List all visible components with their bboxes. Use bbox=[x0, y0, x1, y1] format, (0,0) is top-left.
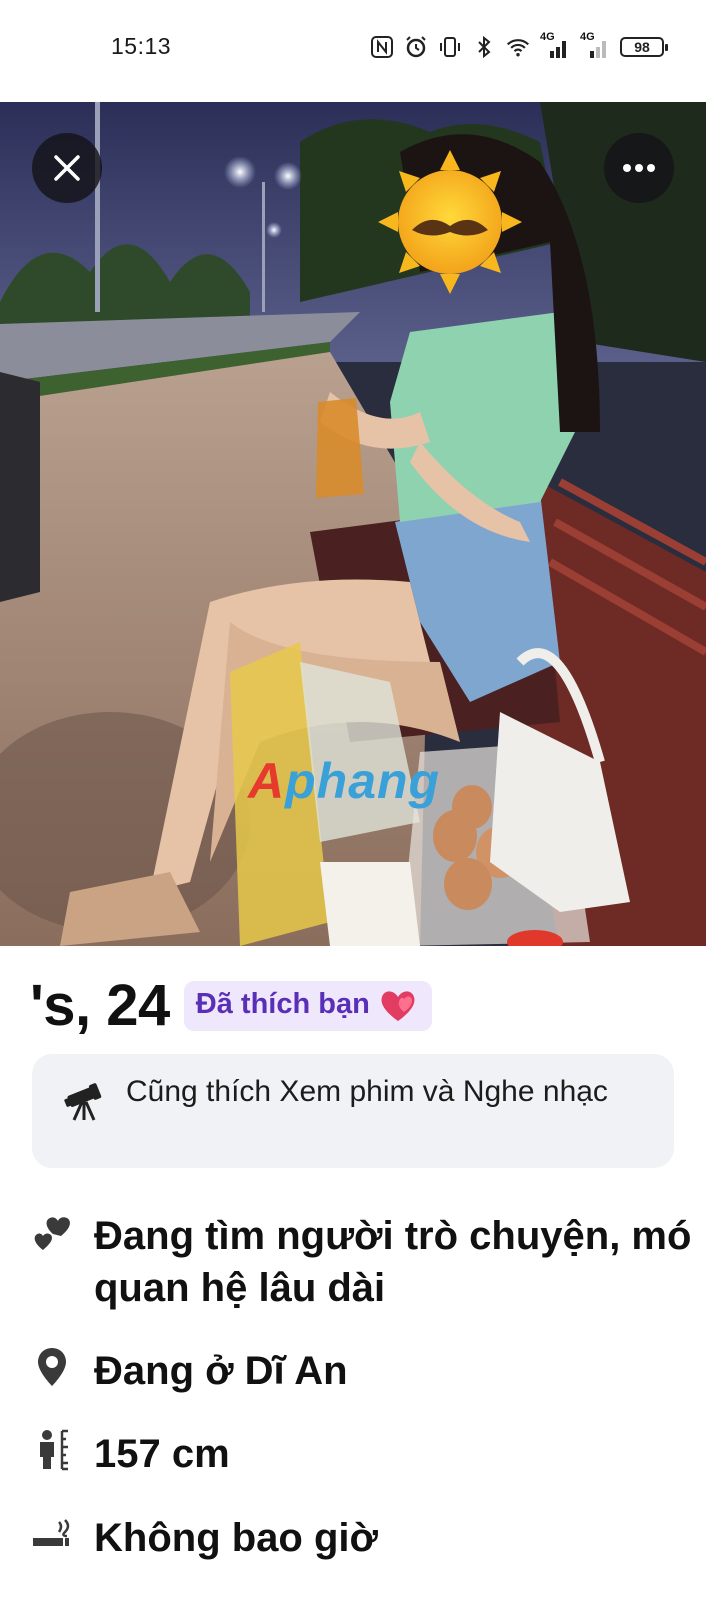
status-time: 15:13 bbox=[111, 33, 172, 59]
height-icon bbox=[30, 1428, 74, 1472]
detail-text: Không bao giờ bbox=[94, 1516, 378, 1560]
liked-badge-label: Đã thích bạn bbox=[195, 988, 370, 1020]
more-options-button[interactable] bbox=[604, 133, 674, 203]
alarm-icon bbox=[404, 35, 428, 59]
telescope-icon bbox=[64, 1083, 102, 1121]
watermark: Aphang bbox=[248, 752, 440, 810]
shared-interest-card: Cũng thích Xem phim và Nghe nhạc bbox=[32, 1054, 674, 1168]
hearts-icon bbox=[30, 1210, 74, 1254]
nfc-icon bbox=[370, 35, 394, 59]
profile-photo[interactable] bbox=[0, 102, 706, 946]
shared-interest-text: Cũng thích Xem phim và Nghe nhạc bbox=[126, 1075, 608, 1108]
network-label: 4G bbox=[540, 31, 555, 43]
network-label: 4G bbox=[580, 31, 595, 43]
detail-smoking: Không bao giờ bbox=[30, 1512, 378, 1560]
vibrate-icon bbox=[438, 35, 462, 59]
status-icons: 4G 4G 98 bbox=[370, 31, 668, 61]
detail-text: 157 cm bbox=[94, 1432, 230, 1476]
more-horizontal-icon bbox=[623, 164, 655, 172]
detail-location: Đang ở Dĩ An bbox=[30, 1345, 348, 1393]
smoking-icon bbox=[30, 1512, 74, 1556]
liked-you-badge: Đã thích bạn bbox=[183, 980, 432, 1031]
signal-icon: 4G bbox=[540, 31, 570, 59]
status-bar: 15:13 4G 4G 98 bbox=[0, 0, 720, 100]
name-row: 's, 24 Đã thích bạn bbox=[30, 972, 432, 1039]
profile-name-age: 's, 24 bbox=[30, 973, 170, 1038]
location-pin-icon bbox=[30, 1345, 74, 1389]
detail-looking-for: Đang tìm người trò chuyện, mó quan hệ lâ… bbox=[30, 1210, 691, 1310]
heart-emoji-icon bbox=[381, 990, 415, 1021]
watermark-part: A bbox=[248, 753, 286, 809]
detail-text-line: Đang tìm người trò chuyện, mó bbox=[94, 1214, 692, 1258]
detail-text: Đang ở Dĩ An bbox=[94, 1349, 348, 1393]
sun-mustache-sticker bbox=[378, 150, 522, 294]
wifi-icon bbox=[506, 35, 530, 59]
detail-height: 157 cm bbox=[30, 1428, 230, 1476]
close-button[interactable] bbox=[32, 133, 102, 203]
battery-icon: 98 bbox=[620, 37, 668, 57]
detail-text-line: quan hệ lâu dài bbox=[94, 1266, 386, 1310]
close-icon bbox=[54, 155, 80, 181]
bluetooth-icon bbox=[472, 35, 496, 59]
signal-icon: 4G bbox=[580, 31, 610, 59]
watermark-part: phang bbox=[285, 753, 441, 809]
